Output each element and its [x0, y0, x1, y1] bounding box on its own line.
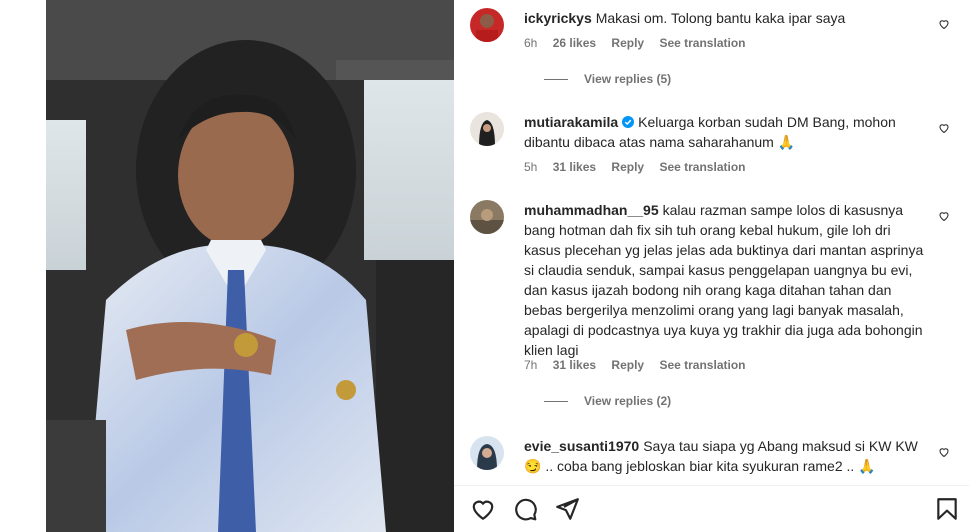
like-heart-icon[interactable]: [938, 210, 950, 222]
view-replies-label: View replies (2): [584, 394, 672, 408]
verified-badge-icon: [622, 116, 635, 128]
see-translation-button[interactable]: See translation: [659, 36, 745, 50]
comment-likes[interactable]: 26 likes: [553, 36, 596, 50]
avatar[interactable]: [470, 436, 504, 470]
comments-panel: ickyrickys Makasi om. Tolong bantu kaka i…: [454, 0, 969, 532]
comment-meta: 7h 31 likes Reply See translation: [524, 358, 757, 372]
comment-icon[interactable]: [512, 496, 538, 522]
view-replies-button[interactable]: View replies (2): [544, 394, 671, 408]
share-icon[interactable]: [554, 496, 580, 522]
comment-meta: 6h 26 likes Reply See translation: [524, 36, 757, 50]
comment-text: mutiarakamila Keluarga korban sudah DM Ba…: [524, 112, 924, 152]
see-translation-button[interactable]: See translation: [659, 358, 745, 372]
bookmark-icon[interactable]: [934, 496, 960, 522]
comment-likes[interactable]: 31 likes: [553, 160, 596, 174]
left-margin: [0, 0, 46, 532]
comment-text: evie_susanti1970 Saya tau siapa yg Abang …: [524, 436, 924, 476]
comment-username[interactable]: evie_susanti1970: [524, 438, 639, 454]
comment-likes[interactable]: 31 likes: [553, 358, 596, 372]
reel-video-frame: [46, 0, 454, 532]
like-heart-icon[interactable]: [938, 18, 950, 30]
avatar[interactable]: [470, 112, 504, 146]
action-bar: [454, 485, 969, 532]
replies-divider: [544, 79, 568, 81]
comment-username[interactable]: ickyrickys: [524, 10, 592, 26]
view-replies-button[interactable]: View replies (5): [544, 72, 671, 86]
like-heart-icon[interactable]: [938, 122, 950, 134]
comment-time[interactable]: 5h: [524, 160, 537, 174]
see-translation-button[interactable]: See translation: [659, 160, 745, 174]
comment-content: Makasi om. Tolong bantu kaka ipar saya: [595, 10, 846, 26]
comment-username[interactable]: mutiarakamila: [524, 114, 618, 130]
comment-text: ickyrickys Makasi om. Tolong bantu kaka i…: [524, 8, 924, 28]
like-heart-icon[interactable]: [938, 446, 950, 458]
like-heart-icon[interactable]: [470, 496, 496, 522]
reply-button[interactable]: Reply: [611, 358, 644, 372]
avatar[interactable]: [470, 8, 504, 42]
avatar[interactable]: [470, 200, 504, 234]
replies-divider: [544, 401, 568, 403]
comment-username[interactable]: muhammadhan__95: [524, 202, 659, 218]
reel-video[interactable]: [46, 0, 454, 532]
comment-time[interactable]: 6h: [524, 36, 537, 50]
reply-button[interactable]: Reply: [611, 160, 644, 174]
reply-button[interactable]: Reply: [611, 36, 644, 50]
comment-time[interactable]: 7h: [524, 358, 537, 372]
comment-meta: 5h 31 likes Reply See translation: [524, 160, 757, 174]
view-replies-label: View replies (5): [584, 72, 672, 86]
comment-content: kalau razman sampe lolos di kasusnya ban…: [524, 202, 924, 358]
comment-text: muhammadhan__95 kalau razman sampe lolos …: [524, 200, 924, 360]
